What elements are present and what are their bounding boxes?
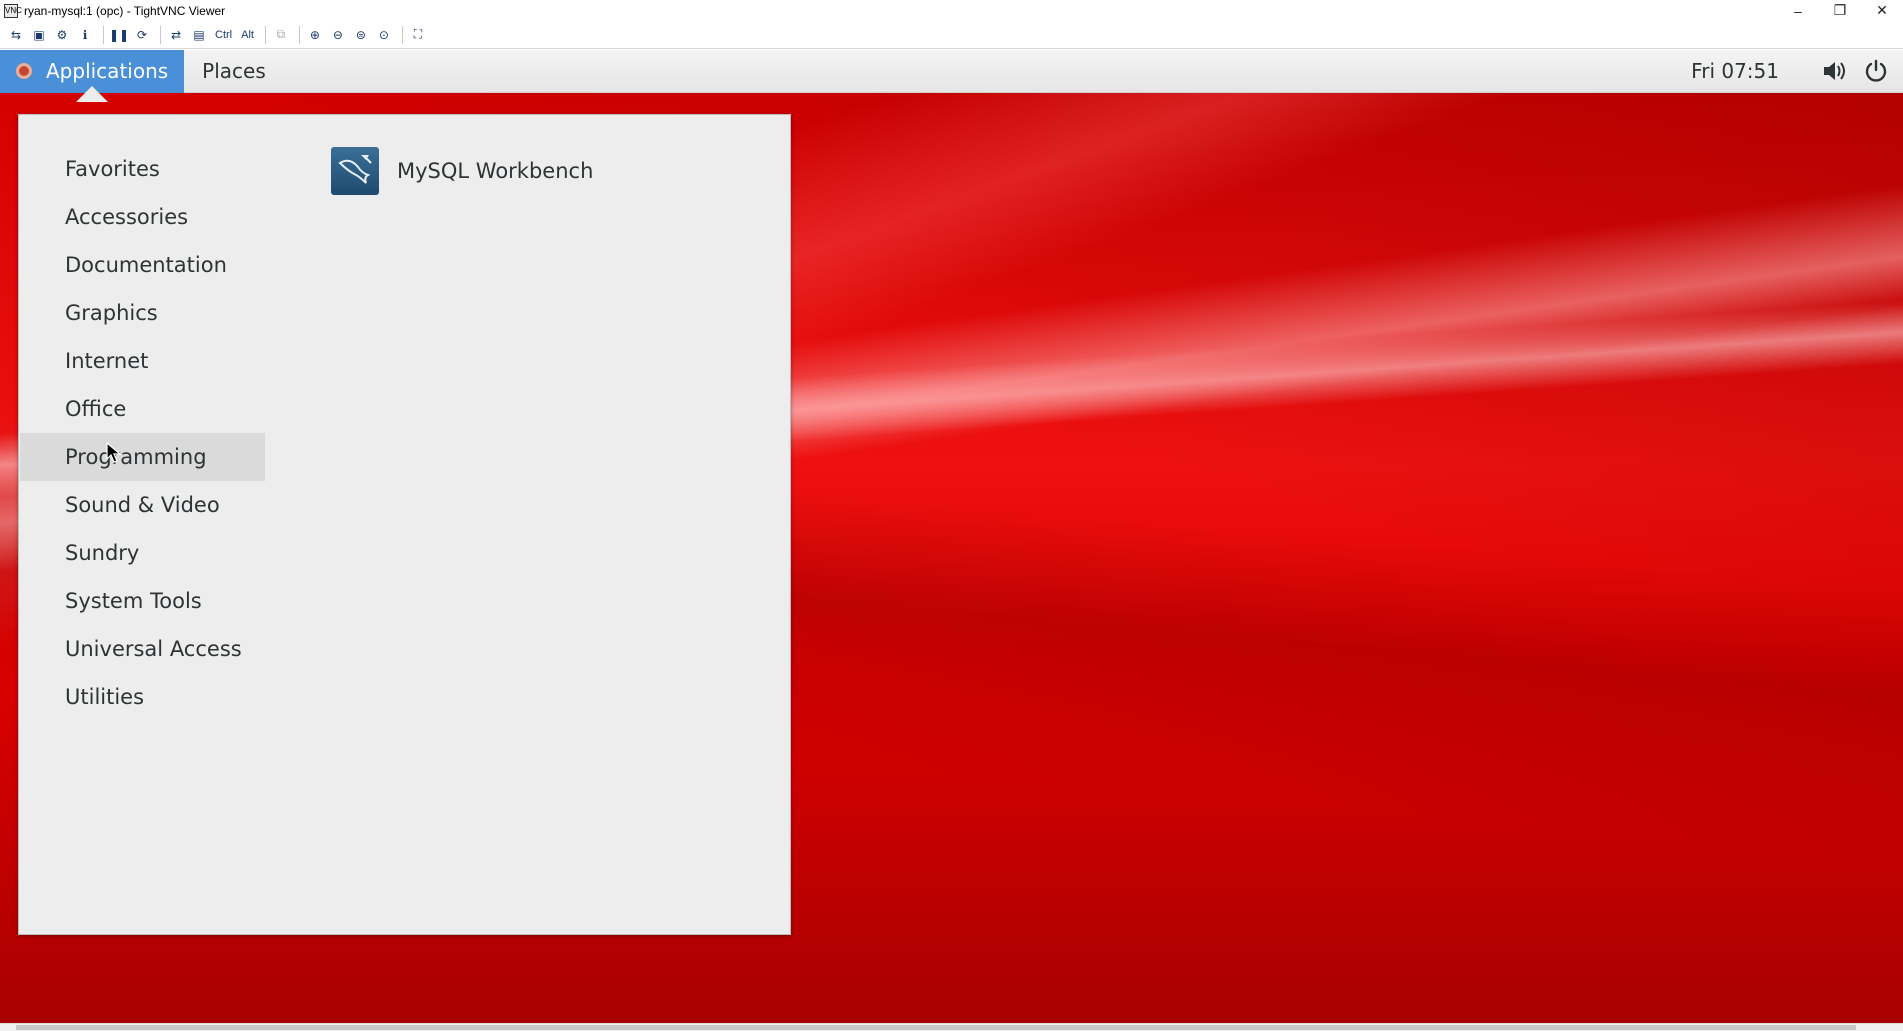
category-programming[interactable]: Programming [20,433,265,481]
power-icon[interactable] [1861,56,1891,86]
toolbar-separator [160,25,161,44]
clock[interactable]: Fri 07:51 [1691,59,1779,83]
window-titlebar: VNC ryan-mysql:1 (opc) - TightVNC Viewer… [0,0,1903,21]
copy-icon[interactable]: ⧉ [271,25,291,45]
category-universal-access[interactable]: Universal Access [20,625,265,673]
info-icon[interactable]: ℹ [75,25,95,45]
category-list: Favorites Accessories Documentation Grap… [20,145,265,721]
gnome-top-bar: Applications Places Fri 07:51 [0,50,1903,93]
toolbar-separator [264,25,266,44]
category-favorites[interactable]: Favorites [20,145,265,193]
transfer-icon[interactable]: ⇄ [166,25,186,45]
restore-button[interactable]: ❐ [1819,0,1861,21]
category-utilities[interactable]: Utilities [20,673,265,721]
zoom-fit-icon[interactable]: ⊙ [374,25,394,45]
toolbar-separator [298,25,300,44]
category-office[interactable]: Office [20,385,265,433]
remote-desktop[interactable]: Applications Places Fri 07:51 Favorites … [0,50,1903,1023]
category-internet[interactable]: Internet [20,337,265,385]
minimize-button[interactable]: – [1777,0,1819,21]
fullscreen-icon[interactable]: ⛶ [408,25,428,45]
ctrl-alt-del-icon[interactable]: ▤ [189,25,209,45]
category-accessories[interactable]: Accessories [20,193,265,241]
tightvnc-app-icon: VNC [4,3,22,18]
category-sundry[interactable]: Sundry [20,529,265,577]
category-system-tools[interactable]: System Tools [20,577,265,625]
refresh-icon[interactable]: ⟳ [132,25,152,45]
options-icon[interactable]: ⚙ [52,25,72,45]
toolbar-separator [401,25,403,44]
vnc-toolbar: ⇆ ▣ ⚙ ℹ ❚❚ ⟳ ⇄ ▤ Ctrl Alt ⧉ ⊕ ⊖ ⊜ ⊙ ⛶ [0,21,1903,49]
scrollbar-thumb[interactable] [16,1025,1856,1030]
category-sound-video[interactable]: Sound & Video [20,481,265,529]
alt-key-button[interactable]: Alt [238,25,257,45]
category-documentation[interactable]: Documentation [20,241,265,289]
zoom-in-icon[interactable]: ⊕ [305,25,325,45]
foot-icon [16,63,32,79]
applications-menu: Favorites Accessories Documentation Grap… [18,114,791,935]
places-menu-button[interactable]: Places [184,50,284,93]
app-label: MySQL Workbench [397,159,594,183]
zoom-100-icon[interactable]: ⊜ [351,25,371,45]
save-icon[interactable]: ▣ [29,25,49,45]
places-label: Places [202,59,266,83]
close-button[interactable]: ✕ [1861,0,1903,21]
zoom-out-icon[interactable]: ⊖ [328,25,348,45]
mouse-cursor-icon [106,442,122,463]
new-connection-icon[interactable]: ⇆ [6,25,26,45]
category-graphics[interactable]: Graphics [20,289,265,337]
ctrl-key-button[interactable]: Ctrl [212,25,235,45]
pause-icon[interactable]: ❚❚ [109,25,129,45]
app-mysql-workbench[interactable]: MySQL Workbench [331,145,593,197]
horizontal-scrollbar[interactable] [0,1023,1903,1031]
toolbar-separator [103,25,104,44]
volume-icon[interactable] [1819,56,1849,86]
mysql-workbench-icon [331,147,379,195]
menu-pointer-arrow [76,86,108,102]
applications-label: Applications [46,59,169,83]
window-title: ryan-mysql:1 (opc) - TightVNC Viewer [24,3,226,18]
